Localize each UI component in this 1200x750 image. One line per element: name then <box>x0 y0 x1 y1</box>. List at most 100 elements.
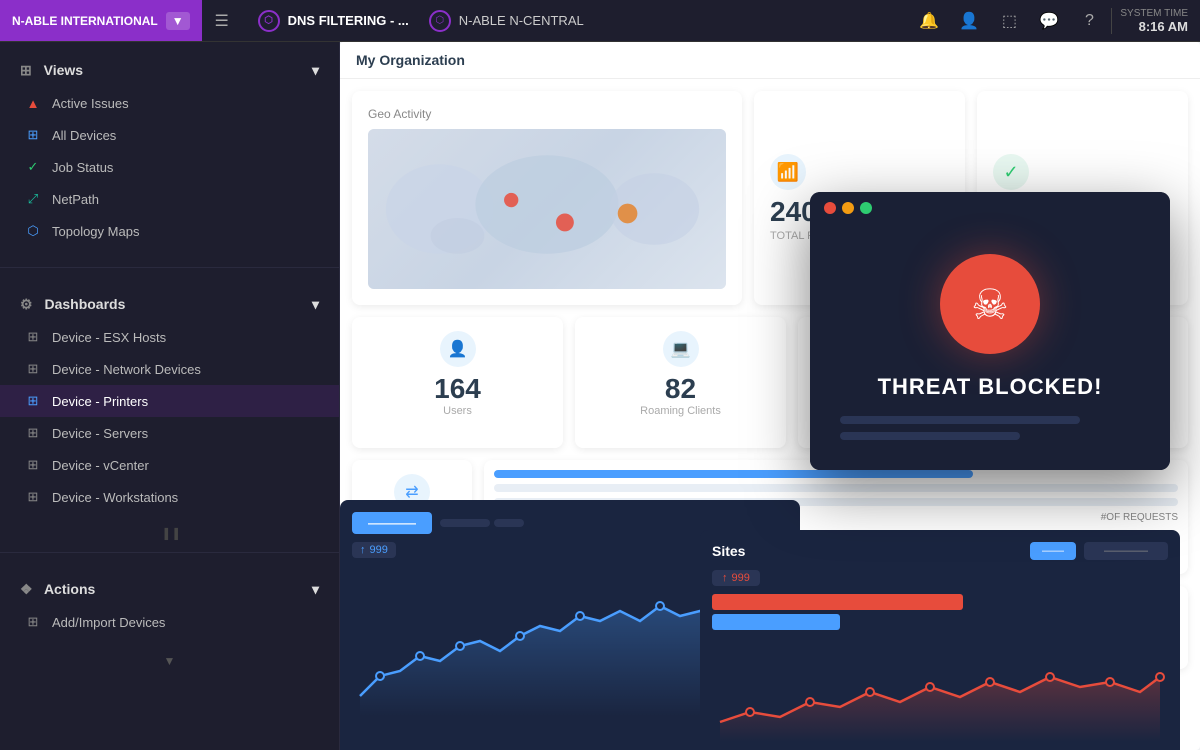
topology-icon: ⬡ <box>24 222 42 240</box>
sites-red-bar <box>712 594 963 610</box>
threat-symbol: ☠ <box>971 280 1009 329</box>
roaming-icon: 💻 <box>663 331 699 367</box>
help-button[interactable]: ? <box>1071 3 1107 39</box>
chart-gray-bar-2 <box>494 519 524 527</box>
sync-bar-1 <box>494 470 973 478</box>
dashboards-icon: ⚙ <box>20 296 33 312</box>
sites-line-chart <box>712 642 1168 750</box>
printers-label: Device - Printers <box>52 394 148 409</box>
divider-1 <box>0 267 339 268</box>
chart-badge: ↑ 999 <box>352 542 396 558</box>
sidebar-item-netpath[interactable]: ⤢ NetPath <box>0 183 339 215</box>
threat-blocked-window: ☠ THREAT BLOCKED! <box>810 192 1170 470</box>
org-header-label: My Organization <box>356 52 465 68</box>
badge-value: 999 <box>370 544 388 556</box>
window-minimize-btn[interactable] <box>842 202 854 214</box>
active-issues-label: Active Issues <box>52 96 129 111</box>
servers-label: Device - Servers <box>52 426 148 441</box>
sidebar-item-servers[interactable]: ⊞ Device - Servers <box>0 417 339 449</box>
sidebar-item-topology-maps[interactable]: ⬡ Topology Maps <box>0 215 339 247</box>
esx-icon: ⊞ <box>24 328 42 346</box>
system-time: SYSTEM TIME 8:16 AM <box>1111 8 1188 34</box>
network-icon: ⊞ <box>24 360 42 378</box>
users-icon: 👤 <box>440 331 476 367</box>
badge-arrow: ↑ <box>360 544 366 556</box>
threat-icon: ☠ <box>940 254 1040 354</box>
sidebar-item-add-import-devices[interactable]: ⊞ Add/Import Devices <box>0 606 339 638</box>
window-maximize-btn[interactable] <box>860 202 872 214</box>
logout-button[interactable]: ⬚ <box>991 3 1027 39</box>
sidebar-item-printers[interactable]: ⊞ Device - Printers <box>0 385 339 417</box>
notifications-button[interactable]: 🔔 <box>911 3 947 39</box>
threat-bar-2 <box>840 432 1020 440</box>
views-header[interactable]: ⊞ Views ▾ <box>0 54 339 87</box>
top-navigation: N-ABLE INTERNATIONAL ▼ ☰ ⬡ DNS FILTERING… <box>0 0 1200 42</box>
sidebar-item-active-issues[interactable]: ▲ Active Issues <box>0 87 339 119</box>
roaming-clients-card: 💻 82 Roaming Clients <box>575 317 786 448</box>
chat-button[interactable]: 💬 <box>1031 3 1067 39</box>
sidebar-item-workstations[interactable]: ⊞ Device - Workstations <box>0 481 339 513</box>
sidebar-item-network-devices[interactable]: ⊞ Device - Network Devices <box>0 353 339 385</box>
sites-overlay-title: Sites <box>712 543 745 559</box>
user-button[interactable]: 👤 <box>951 3 987 39</box>
geo-activity-card: Geo Activity <box>352 91 742 305</box>
window-titlebar <box>810 192 1170 224</box>
esx-label: Device - ESX Hosts <box>52 330 166 345</box>
map-container <box>368 129 726 289</box>
sidebar: ⊞ Views ▾ ▲ Active Issues ⊞ All Devices … <box>0 42 340 750</box>
topology-maps-label: Topology Maps <box>52 224 139 239</box>
sidebar-item-esx-hosts[interactable]: ⊞ Device - ESX Hosts <box>0 321 339 353</box>
sites-badge-text: 999 <box>732 572 750 584</box>
ncentral-nav[interactable]: ⬡ N-ABLE N-CENTRAL <box>429 10 584 32</box>
window-close-btn[interactable] <box>824 202 836 214</box>
actions-collapse-icon: ▾ <box>312 581 319 598</box>
sites-blue-button[interactable]: —— <box>1030 542 1076 560</box>
chart-gray-bars <box>440 519 524 527</box>
sites-chart-svg <box>712 642 1168 742</box>
threat-title: THREAT BLOCKED! <box>878 374 1103 400</box>
add-devices-icon: ⊞ <box>24 613 42 631</box>
roaming-label: Roaming Clients <box>640 405 721 417</box>
dashboards-section: ⚙ Dashboards ▾ ⊞ Device - ESX Hosts ⊞ De… <box>0 276 339 525</box>
vcenter-label: Device - vCenter <box>52 458 149 473</box>
actions-icon: ❖ <box>20 581 33 597</box>
dashboards-collapse-icon: ▾ <box>312 296 319 313</box>
system-time-value: 8:16 AM <box>1120 19 1188 34</box>
workstations-label: Device - Workstations <box>52 490 178 505</box>
sidebar-item-all-devices[interactable]: ⊞ All Devices <box>0 119 339 151</box>
chart-blue-button[interactable]: ———— <box>352 512 432 534</box>
job-status-icon: ✓ <box>24 158 42 176</box>
threat-info-bars <box>830 416 1150 440</box>
sidebar-item-job-status[interactable]: ✓ Job Status <box>0 151 339 183</box>
actions-label: Actions <box>44 581 95 597</box>
active-issues-icon: ▲ <box>24 94 42 112</box>
ncentral-icon: ⬡ <box>429 10 451 32</box>
vcenter-icon: ⊞ <box>24 456 42 474</box>
scroll-indicator: ▐ ▐ <box>0 525 339 544</box>
sites-blue-accent-bar <box>712 614 840 630</box>
sidebar-item-vcenter[interactable]: ⊞ Device - vCenter <box>0 449 339 481</box>
scroll-indicator-2: ▼ <box>0 650 339 672</box>
map-svg <box>368 129 726 289</box>
nav-center: ⬡ DNS FILTERING - ... ⬡ N-ABLE N-CENTRAL <box>242 10 912 32</box>
users-card: 👤 164 Users <box>352 317 563 448</box>
total-requests-icon: 📶 <box>770 154 806 190</box>
views-label: Views <box>44 62 83 78</box>
dns-filtering-nav[interactable]: ⬡ DNS FILTERING - ... <box>258 10 409 32</box>
network-devices-label: Device - Network Devices <box>52 362 201 377</box>
printers-icon: ⊞ <box>24 392 42 410</box>
map-background <box>368 129 726 289</box>
views-icon: ⊞ <box>20 62 32 78</box>
collapse-button[interactable]: ☰ <box>202 0 242 41</box>
org-selector[interactable]: N-ABLE INTERNATIONAL ▼ <box>0 0 202 41</box>
sites-gray-button[interactable]: ———— <box>1084 542 1168 560</box>
ncentral-label: N-ABLE N-CENTRAL <box>459 13 584 28</box>
all-devices-label: All Devices <box>52 128 116 143</box>
sites-overlay-header: Sites —— ———— <box>712 542 1168 560</box>
servers-icon: ⊞ <box>24 424 42 442</box>
actions-header[interactable]: ❖ Actions ▾ <box>0 573 339 606</box>
sites-badge-arrow: ↑ <box>722 572 728 584</box>
dashboards-header[interactable]: ⚙ Dashboards ▾ <box>0 288 339 321</box>
views-section: ⊞ Views ▾ ▲ Active Issues ⊞ All Devices … <box>0 42 339 259</box>
threat-bar-1 <box>840 416 1080 424</box>
